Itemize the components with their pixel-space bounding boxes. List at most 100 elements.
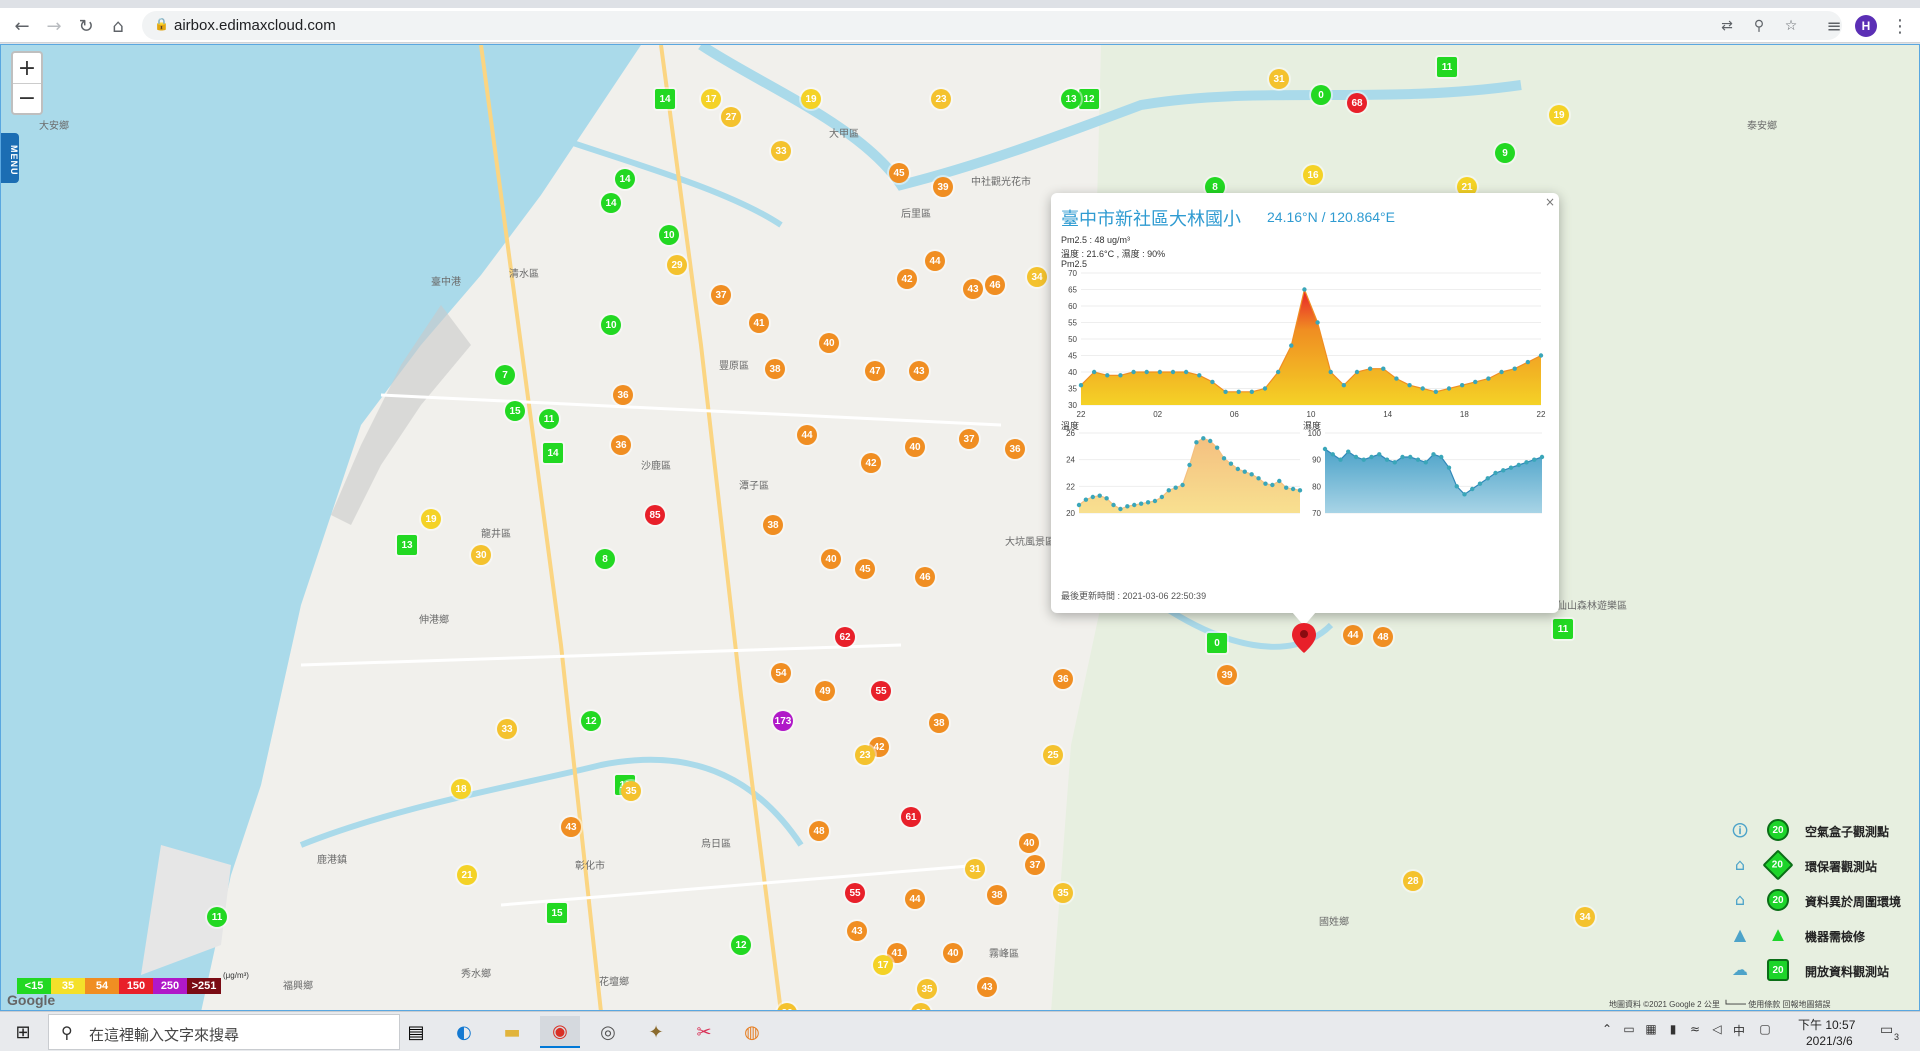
station-marker[interactable]: 36 [611,435,631,455]
station-marker[interactable]: 10 [601,315,621,335]
station-marker[interactable]: 38 [929,713,949,733]
station-marker[interactable]: 14 [543,443,563,463]
station-marker[interactable]: 44 [797,425,817,445]
station-marker[interactable]: 37 [959,429,979,449]
station-marker[interactable]: 35 [621,781,641,801]
station-marker[interactable]: 23 [931,89,951,109]
station-marker[interactable]: 40 [905,437,925,457]
menu-tab[interactable]: MENU [1,133,19,183]
station-marker[interactable]: 46 [985,275,1005,295]
app-icon-3[interactable]: ✂ [684,1016,724,1048]
app-icon-2[interactable]: ✦ [636,1016,676,1048]
station-marker[interactable]: 48 [1373,627,1393,647]
station-marker[interactable]: 36 [1005,439,1025,459]
station-marker[interactable]: 40 [821,549,841,569]
station-marker[interactable]: 25 [1043,745,1063,765]
app-icon-1[interactable]: ◎ [588,1016,628,1048]
station-marker[interactable]: 85 [645,505,665,525]
more-menu-icon[interactable]: ⋮ [1886,12,1914,40]
station-marker[interactable]: 12 [1079,89,1099,109]
station-marker[interactable]: 38 [765,359,785,379]
ime-indicator[interactable]: 中 [1730,1022,1748,1040]
search-placeholder[interactable]: 在這裡輸入文字來搜尋 [89,1024,239,1045]
zoom-in-button[interactable]: + [13,53,41,83]
zoom-icon[interactable]: ⚲ [1748,15,1770,37]
tray-chevron-icon[interactable]: ⌃ [1598,1022,1616,1040]
station-marker[interactable]: 34 [1027,267,1047,287]
station-marker[interactable]: 36 [613,385,633,405]
station-marker[interactable]: 19 [421,509,441,529]
station-marker[interactable]: 19 [801,89,821,109]
media-control-icon[interactable]: ≡ [1820,12,1848,40]
back-icon[interactable]: ← [8,12,36,40]
station-marker[interactable]: 0 [1311,85,1331,105]
station-marker[interactable]: 11 [1437,57,1457,77]
station-marker[interactable]: 55 [871,681,891,701]
station-marker[interactable]: 27 [721,107,741,127]
forward-icon[interactable]: → [40,12,68,40]
edge-icon[interactable]: ◐ [444,1016,484,1048]
station-marker[interactable]: 21 [457,865,477,885]
station-marker[interactable]: 8 [595,549,615,569]
station-marker[interactable]: 40 [819,333,839,353]
tray-app-icon[interactable]: ▦ [1642,1022,1660,1040]
network-icon[interactable]: ≈ [1686,1022,1704,1040]
station-marker[interactable]: 15 [505,401,525,421]
clock-time[interactable]: 下午 10:57 [1798,1016,1855,1033]
station-marker[interactable]: 40 [1019,833,1039,853]
map-attribution[interactable]: 地圖資料 ©2021 Google 2 公里 ┗━━ 使用條款 回報地圖錯誤 [1609,999,1831,1010]
profile-avatar[interactable]: H [1855,15,1877,37]
station-marker[interactable]: 31 [1269,69,1289,89]
station-marker[interactable]: 45 [855,559,875,579]
station-marker[interactable]: 43 [847,921,867,941]
station-marker[interactable]: 17 [701,89,721,109]
station-marker[interactable]: 43 [909,361,929,381]
translate-icon[interactable]: ⇄ [1716,15,1738,37]
station-marker[interactable]: 35 [1053,883,1073,903]
station-marker[interactable]: 35 [917,979,937,999]
taskbar-search[interactable]: ⚲ 在這裡輸入文字來搜尋 [48,1014,400,1050]
station-marker[interactable]: 43 [561,817,581,837]
clock-date[interactable]: 2021/3/6 [1806,1034,1853,1048]
zoom-out-button[interactable]: − [13,83,41,113]
station-marker[interactable]: 16 [1303,165,1323,185]
station-marker[interactable]: 44 [1343,625,1363,645]
station-marker[interactable]: 40 [943,943,963,963]
station-marker[interactable]: 62 [835,627,855,647]
station-marker[interactable]: 39 [933,177,953,197]
station-marker[interactable]: 11 [1553,619,1573,639]
station-marker[interactable]: 31 [965,859,985,879]
station-marker[interactable]: 43 [977,977,997,997]
station-marker[interactable]: 48 [809,821,829,841]
file-explorer-icon[interactable]: ▬ [492,1016,532,1048]
station-marker[interactable]: 38 [987,885,1007,905]
battery-icon[interactable]: ▮ [1664,1022,1682,1040]
station-marker[interactable]: 33 [497,719,517,739]
station-marker[interactable]: 29 [667,255,687,275]
volume-icon[interactable]: ◁ [1708,1022,1726,1040]
station-marker[interactable]: 14 [601,193,621,213]
station-marker[interactable]: 23 [855,745,875,765]
station-marker[interactable]: 10 [659,225,679,245]
chrome-icon[interactable]: ◉ [540,1016,580,1048]
selected-location-pin[interactable] [1292,623,1316,653]
station-marker[interactable]: 54 [771,663,791,683]
station-marker[interactable]: 42 [861,453,881,473]
station-marker[interactable]: 9 [1495,143,1515,163]
station-marker[interactable]: 14 [615,169,635,189]
station-marker[interactable]: 44 [905,889,925,909]
station-marker[interactable]: 45 [889,163,909,183]
station-marker[interactable]: 34 [1575,907,1595,927]
station-marker[interactable]: 42 [897,269,917,289]
station-marker[interactable]: 68 [1347,93,1367,113]
station-marker[interactable]: 12 [731,935,751,955]
windows-start-icon[interactable]: ⊞ [6,1018,40,1046]
popup-close-button[interactable]: × [1545,195,1557,209]
home-icon[interactable]: ⌂ [104,12,132,40]
url-text[interactable]: airbox.edimaxcloud.com [174,17,336,34]
bookmark-star-icon[interactable]: ☆ [1780,15,1802,37]
address-bar[interactable]: 🔒 airbox.edimaxcloud.com ⇄ ⚲ ☆ [142,11,1842,40]
station-marker[interactable]: 33 [771,141,791,161]
station-marker[interactable]: 11 [539,409,559,429]
station-marker[interactable]: 11 [207,907,227,927]
